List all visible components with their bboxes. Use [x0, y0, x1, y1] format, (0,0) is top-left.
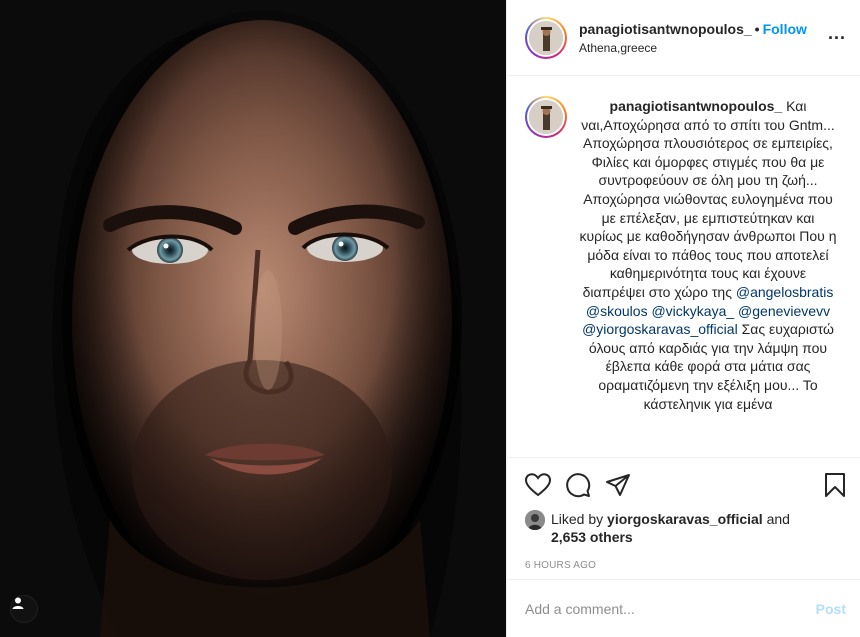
likes-prefix: Liked by [551, 511, 608, 527]
user-tag-icon [12, 597, 24, 609]
comment-icon [566, 473, 591, 498]
mention-link[interactable]: @skoulos [586, 303, 648, 319]
username[interactable]: panagiotisantwnopoulos_ [579, 21, 752, 37]
location-link[interactable]: Athena,greece [579, 41, 828, 55]
mention-link[interactable]: @yiorgoskaravas_official [582, 321, 738, 337]
like-button[interactable] [525, 470, 565, 500]
likes-count[interactable]: 2,653 others [551, 529, 633, 545]
mention-link[interactable]: @vickykaya_ [651, 303, 734, 319]
save-button[interactable] [816, 472, 846, 498]
share-button[interactable] [605, 470, 645, 500]
caption-text: panagiotisantwnopoulos_ Και ναι,Αποχώρησ… [579, 97, 837, 457]
comment-bar: Post [507, 579, 860, 637]
share-icon [606, 474, 630, 496]
heart-icon [525, 473, 551, 497]
post-side-panel: panagiotisantwnopoulos_ • Follow Athena,… [506, 0, 860, 637]
avatar[interactable] [525, 16, 567, 59]
liker-avatar[interactable] [525, 510, 545, 530]
bookmark-icon [825, 473, 845, 497]
post-actions: Liked by yiorgoskaravas_official and 2,6… [507, 457, 860, 571]
separator-dot: • [754, 20, 760, 37]
mention-link[interactable]: @angelosbratis [736, 284, 834, 300]
caption-avatar[interactable] [525, 96, 567, 138]
more-options-icon[interactable]: ... [828, 23, 846, 44]
caption-username[interactable]: panagiotisantwnopoulos_ [610, 98, 783, 114]
comment-button[interactable] [565, 470, 605, 500]
caption-section: panagiotisantwnopoulos_ Και ναι,Αποχώρησ… [507, 77, 860, 457]
post-timestamp[interactable]: 6 HOURS AGO [525, 560, 846, 571]
likes-summary: Liked by yiorgoskaravas_official and 2,6… [525, 510, 846, 546]
instagram-post: panagiotisantwnopoulos_ • Follow Athena,… [0, 0, 860, 637]
portrait-image [0, 0, 506, 637]
mention-link[interactable]: @genevievevv [738, 303, 830, 319]
post-comment-button[interactable]: Post [816, 601, 846, 617]
post-header: panagiotisantwnopoulos_ • Follow Athena,… [507, 0, 860, 76]
caption-body: Και ναι,Αποχώρησα από το σπίτι του Gntm.… [579, 98, 837, 300]
liker-username[interactable]: yiorgoskaravas_official [607, 511, 763, 527]
likes-and: and [762, 511, 790, 527]
post-photo[interactable] [0, 0, 506, 637]
follow-button[interactable]: Follow [763, 21, 807, 37]
tagged-users-button[interactable] [10, 595, 38, 623]
comment-input[interactable] [525, 600, 816, 617]
